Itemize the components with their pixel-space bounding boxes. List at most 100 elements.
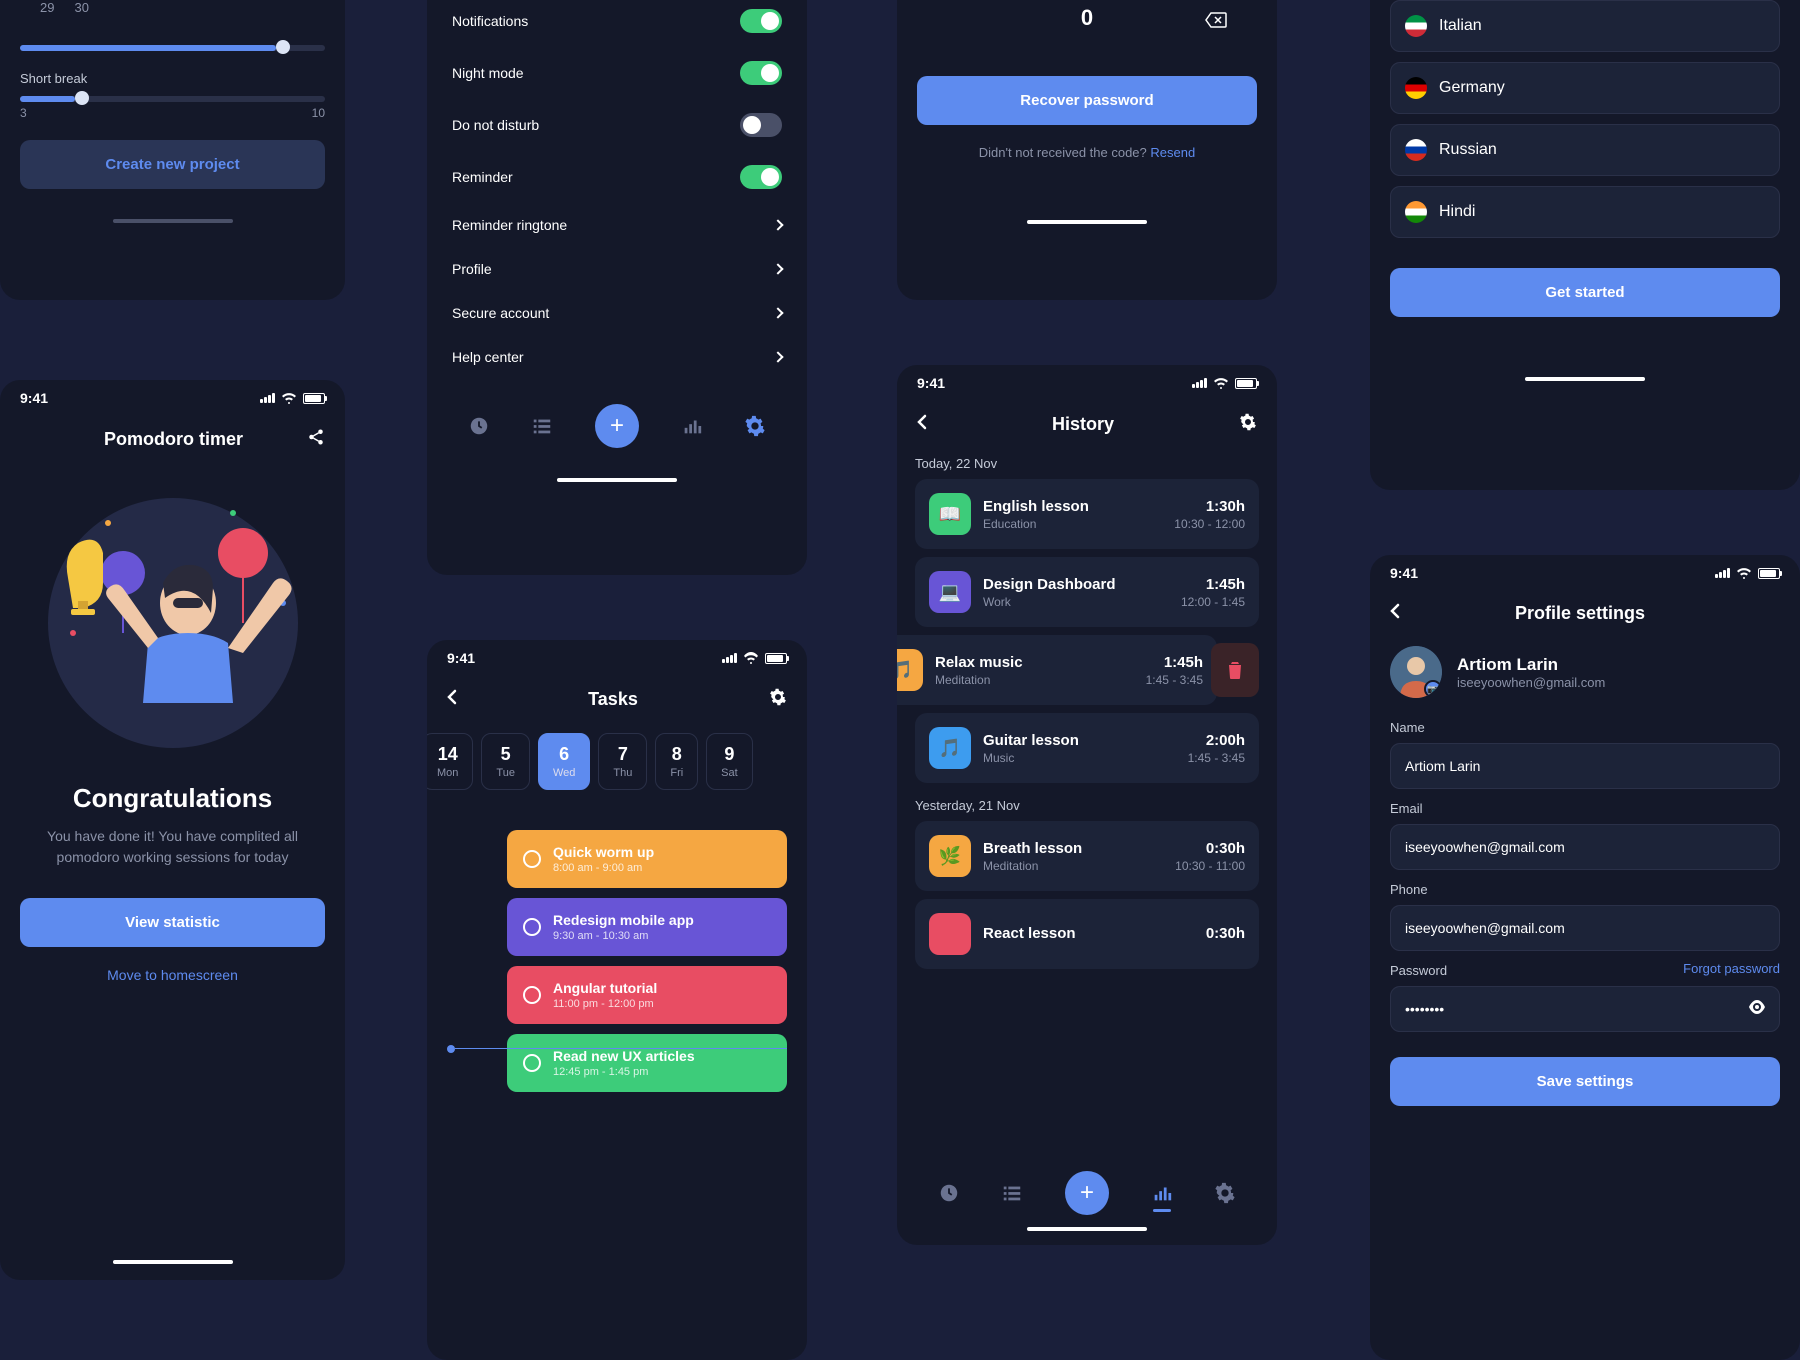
recover-code: 0 xyxy=(1081,5,1093,30)
history-card[interactable]: 🌿 Breath lessonMeditation 0:30h10:30 - 1… xyxy=(915,821,1259,891)
setting-row[interactable]: Reminder ringtone xyxy=(427,203,807,247)
clock-icon[interactable] xyxy=(938,1182,960,1204)
history-title: Guitar lesson xyxy=(983,732,1176,749)
history-icon: 🎵 xyxy=(897,649,923,691)
chevron-right-icon xyxy=(772,263,783,274)
setting-label: Profile xyxy=(452,261,492,277)
language-row[interactable]: Germany xyxy=(1390,62,1780,114)
add-button[interactable]: + xyxy=(1065,1171,1109,1215)
congrats-title: Congratulations xyxy=(20,783,325,814)
get-started-button[interactable]: Get started xyxy=(1390,268,1780,317)
status-icons xyxy=(1715,567,1780,579)
setting-label: Do not disturb xyxy=(452,117,539,133)
day-num: 6 xyxy=(553,744,575,765)
setting-label: Notifications xyxy=(452,13,528,29)
list-icon[interactable] xyxy=(531,415,553,437)
email-input[interactable] xyxy=(1390,824,1780,870)
backspace-icon[interactable] xyxy=(1205,8,1227,34)
resend-link[interactable]: Resend xyxy=(1150,145,1195,160)
view-statistic-button[interactable]: View statistic xyxy=(20,898,325,947)
task-card[interactable]: Quick worm up8:00 am - 9:00 am xyxy=(507,830,787,888)
history-range: 12:00 - 1:45 xyxy=(1181,595,1245,609)
day-num: 5 xyxy=(496,744,515,765)
toggle[interactable] xyxy=(740,61,782,85)
history-card[interactable]: 🎵 Guitar lessonMusic 2:00h1:45 - 3:45 xyxy=(915,713,1259,783)
setting-row[interactable]: Help center xyxy=(427,335,807,379)
short-break-label: Short break xyxy=(20,71,325,86)
settings-icon[interactable] xyxy=(744,415,766,437)
gear-icon[interactable] xyxy=(769,688,787,711)
history-card[interactable]: 🎵 Relax musicMeditation 1:45h1:45 - 3:45 xyxy=(897,635,1217,705)
password-input[interactable] xyxy=(1390,986,1780,1032)
task-title: Redesign mobile app xyxy=(553,912,694,928)
task-checkbox[interactable] xyxy=(523,986,541,1004)
language-row[interactable]: Hindi xyxy=(1390,186,1780,238)
history-title: Relax music xyxy=(935,654,1134,671)
toggle[interactable] xyxy=(740,113,782,137)
history-title: Design Dashboard xyxy=(983,576,1169,593)
setting-row[interactable]: Profile xyxy=(427,247,807,291)
language-name: Italian xyxy=(1439,17,1482,35)
history-card[interactable]: 📖 English lessonEducation 1:30h10:30 - 1… xyxy=(915,479,1259,549)
delete-button[interactable] xyxy=(1211,643,1259,697)
setting-row[interactable]: Reminder xyxy=(427,151,807,203)
home-link[interactable]: Move to homescreen xyxy=(20,967,325,983)
add-button[interactable]: + xyxy=(595,404,639,448)
history-duration: 0:30h xyxy=(1175,840,1245,857)
share-icon[interactable] xyxy=(307,428,325,451)
settings-icon[interactable] xyxy=(1214,1182,1236,1204)
toggle[interactable] xyxy=(740,9,782,33)
setting-label: Night mode xyxy=(452,65,524,81)
flag-icon xyxy=(1405,15,1427,37)
eye-icon[interactable] xyxy=(1748,1000,1766,1019)
setting-row[interactable]: Night mode xyxy=(427,47,807,99)
task-time: 11:00 pm - 12:00 pm xyxy=(553,998,657,1010)
save-button[interactable]: Save settings xyxy=(1390,1057,1780,1106)
history-range: 10:30 - 11:00 xyxy=(1175,859,1245,873)
task-title: Angular tutorial xyxy=(553,980,657,996)
back-icon[interactable] xyxy=(447,689,457,710)
day-card[interactable]: 8Fri xyxy=(655,733,698,790)
setting-row[interactable]: Secure account xyxy=(427,291,807,335)
language-row[interactable]: Russian xyxy=(1390,124,1780,176)
recover-button[interactable]: Recover password xyxy=(917,76,1257,125)
forgot-link[interactable]: Forgot password xyxy=(1683,961,1780,976)
flag-icon xyxy=(1405,77,1427,99)
back-icon[interactable] xyxy=(917,414,927,435)
task-checkbox[interactable] xyxy=(523,1054,541,1072)
history-card[interactable]: 💻 Design DashboardWork 1:45h12:00 - 1:45 xyxy=(915,557,1259,627)
status-time: 9:41 xyxy=(917,375,945,391)
history-duration: 0:30h xyxy=(1206,925,1245,942)
task-card[interactable]: Redesign mobile app9:30 am - 10:30 am xyxy=(507,898,787,956)
congrats-header: Pomodoro timer xyxy=(104,429,243,450)
task-checkbox[interactable] xyxy=(523,918,541,936)
phone-input[interactable] xyxy=(1390,905,1780,951)
camera-icon[interactable]: 📷 xyxy=(1424,680,1442,698)
name-input[interactable] xyxy=(1390,743,1780,789)
task-card[interactable]: Read new UX articles12:45 pm - 1:45 pm xyxy=(507,1034,787,1092)
chart-icon[interactable] xyxy=(1151,1182,1173,1204)
task-card[interactable]: Angular tutorial 11:00 pm - 12:00 pm xyxy=(507,966,787,1024)
toggle[interactable] xyxy=(740,165,782,189)
setting-row[interactable]: Do not disturb xyxy=(427,99,807,151)
create-project-button[interactable]: Create new project xyxy=(20,140,325,189)
day-num: 7 xyxy=(613,744,632,765)
back-icon[interactable] xyxy=(1390,603,1400,624)
day-card[interactable]: 7Thu xyxy=(598,733,647,790)
language-row[interactable]: Italian xyxy=(1390,0,1780,52)
history-card[interactable]: React lesson 0:30h xyxy=(915,899,1259,969)
task-title: Read new UX articles xyxy=(553,1048,695,1064)
gear-icon[interactable] xyxy=(1239,413,1257,436)
chart-icon[interactable] xyxy=(681,415,703,437)
day-card[interactable]: 9Sat xyxy=(706,733,753,790)
task-checkbox[interactable] xyxy=(523,850,541,868)
list-icon[interactable] xyxy=(1001,1182,1023,1204)
day-card[interactable]: 14Mon xyxy=(427,733,473,790)
day-card[interactable]: 6Wed xyxy=(538,733,590,790)
day-card[interactable]: 5Tue xyxy=(481,733,530,790)
tasks-screen: 9:41 Tasks 14Mon5Tue6Wed7Thu8Fri9Sat 8:0… xyxy=(427,640,807,1360)
setting-row[interactable]: Notifications xyxy=(427,0,807,47)
clock-icon[interactable] xyxy=(468,415,490,437)
tasks-header: Tasks xyxy=(588,689,638,710)
avatar[interactable]: 📷 xyxy=(1390,646,1442,698)
